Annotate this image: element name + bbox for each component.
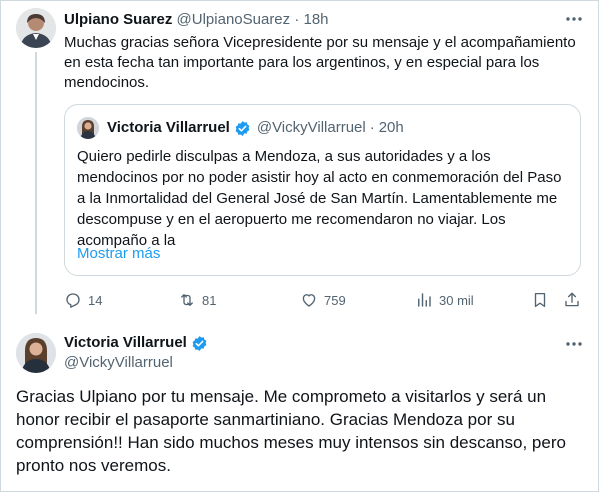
quoted-header: Victoria Villarruel @VickyVillarruel · 2… — [107, 118, 404, 138]
verified-badge-icon — [234, 120, 251, 137]
header-separator: · — [294, 11, 300, 28]
reply-icon — [64, 291, 88, 309]
quoted-avatar — [77, 117, 99, 139]
quoted-separator: · — [369, 119, 375, 136]
reply-author-name[interactable]: Victoria Villarruel — [64, 333, 187, 353]
reply-button[interactable]: 14 — [64, 290, 102, 310]
bookmark-button[interactable] — [531, 290, 555, 310]
reply-count: 14 — [88, 292, 103, 308]
share-icon — [563, 291, 587, 309]
like-icon — [300, 291, 324, 309]
tweet-header: Ulpiano Suarez @UlpianoSuarez · 18h — [64, 10, 329, 30]
bookmark-icon — [531, 291, 555, 309]
retweet-button[interactable]: 81 — [178, 290, 216, 310]
views-count: 30 mil — [439, 292, 474, 308]
like-button[interactable]: 759 — [300, 290, 346, 310]
author-name[interactable]: Ulpiano Suarez — [64, 11, 172, 28]
ulpiano-avatar[interactable] — [16, 8, 56, 48]
tweet-text: Muchas gracias señora Vicepresidente por… — [64, 34, 576, 91]
verified-badge-icon — [191, 335, 208, 352]
more-icon[interactable] — [563, 8, 585, 30]
reply-author-handle[interactable]: @VickyVillarruel — [64, 353, 173, 373]
quoted-time: 20h — [378, 119, 404, 136]
quoted-tweet[interactable]: Victoria Villarruel @VickyVillarruel · 2… — [64, 104, 581, 276]
like-count: 759 — [324, 292, 346, 308]
thread-connector-line — [35, 52, 37, 314]
share-button[interactable] — [563, 290, 587, 310]
views-icon — [415, 291, 439, 309]
reply-author-row: Victoria Villarruel — [64, 333, 214, 353]
reply-text: Gracias Ulpiano por tu mensaje. Me compr… — [16, 387, 566, 475]
tweet-time[interactable]: 18h — [304, 11, 329, 28]
retweet-count: 81 — [202, 292, 217, 308]
quoted-author-handle: @VickyVillarruel — [256, 119, 366, 136]
author-handle[interactable]: @UlpianoSuarez — [177, 11, 291, 28]
quoted-author-name: Victoria Villarruel — [107, 119, 230, 136]
tweet-actions: 14 81 759 30 mil — [64, 290, 584, 310]
show-more-link[interactable]: Mostrar más — [77, 244, 160, 264]
retweet-icon — [178, 291, 202, 309]
views-button[interactable]: 30 mil — [415, 290, 474, 310]
quoted-text: Quiero pedirle disculpas a Mendoza, a su… — [77, 148, 562, 249]
villarruel-avatar[interactable] — [16, 333, 56, 373]
more-icon[interactable] — [563, 333, 585, 355]
